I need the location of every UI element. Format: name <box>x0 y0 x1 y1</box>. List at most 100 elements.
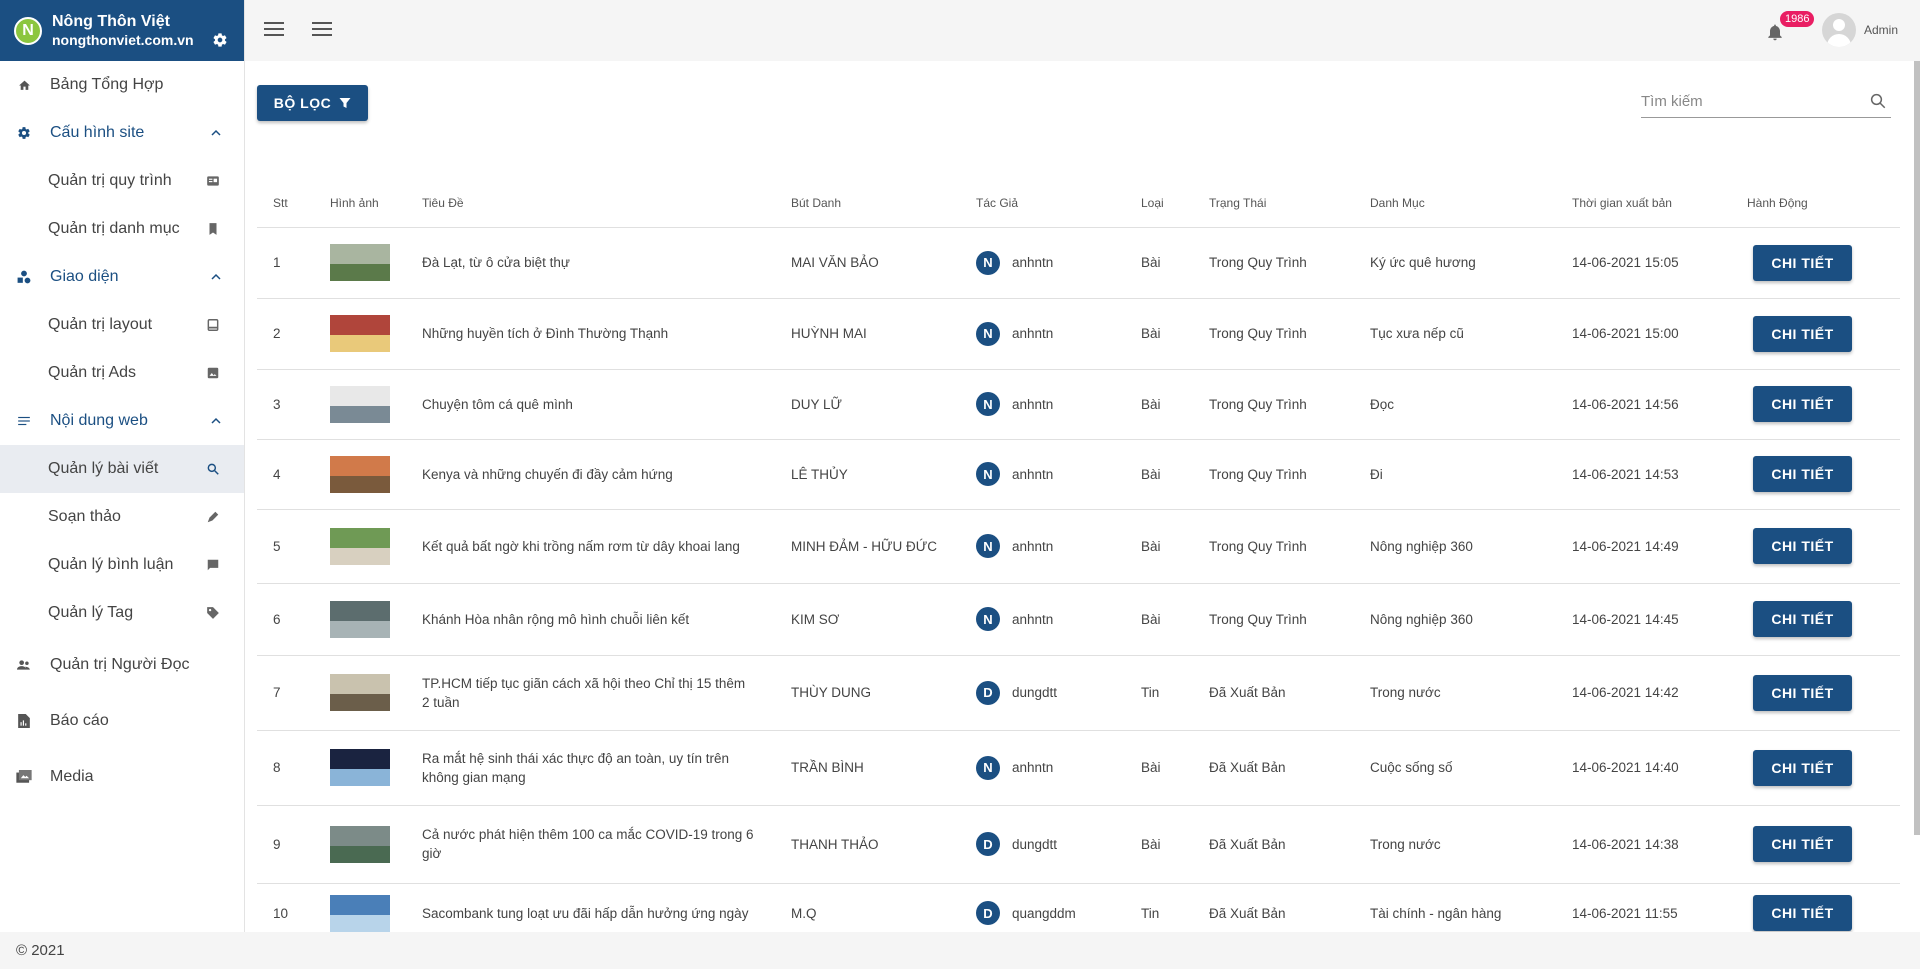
sidebar-group-interface[interactable]: Giao diện <box>0 253 244 301</box>
cell-title[interactable]: Những huyền tích ở Đình Thường Thạnh <box>406 298 775 370</box>
author-avatar: D <box>976 832 1000 856</box>
author-name: quangddm <box>1012 905 1076 921</box>
author-name: anhntn <box>1012 611 1054 627</box>
sidebar-item-readers[interactable]: Quản trị Người Đọc <box>0 637 244 693</box>
sidebar-group-web-content[interactable]: Nội dung web <box>0 397 244 445</box>
article-thumbnail[interactable] <box>330 749 390 786</box>
column-header-stt[interactable]: Stt <box>257 180 314 228</box>
cell-category: Nông nghiệp 360 <box>1354 509 1556 584</box>
cell-type: Bài <box>1125 805 1193 884</box>
cell-stt: 4 <box>257 439 314 510</box>
article-thumbnail[interactable] <box>330 455 390 493</box>
cell-title[interactable]: TP.HCM tiếp tục giãn cách xã hội theo Ch… <box>406 655 775 731</box>
cell-title[interactable]: Kenya và những chuyến đi đầy cảm hứng <box>406 439 775 510</box>
cell-stt: 8 <box>257 730 314 806</box>
article-thumbnail[interactable] <box>330 527 390 565</box>
search-input[interactable] <box>1641 88 1841 114</box>
sidebar-item-layout[interactable]: Quản trị layout <box>0 301 244 349</box>
cell-status: Đã Xuất Bản <box>1193 805 1354 884</box>
detail-button[interactable]: CHI TIẾT <box>1753 528 1852 564</box>
menu-icon[interactable] <box>312 22 332 36</box>
cell-author: Nanhntn <box>960 227 1125 299</box>
detail-button[interactable]: CHI TIẾT <box>1753 315 1852 352</box>
sidebar-item-media[interactable]: Media <box>0 749 244 805</box>
detail-button[interactable]: CHI TIẾT <box>1753 826 1852 862</box>
cell-status: Trong Quy Trình <box>1193 369 1354 440</box>
table-row: 4 Kenya và những chuyến đi đầy cảm hứng LÊ… <box>257 439 1900 510</box>
cell-image <box>314 509 406 584</box>
author-name: anhntn <box>1012 326 1054 341</box>
column-header-title[interactable]: Tiêu Đề <box>406 180 775 228</box>
brand-domain: nongthonviet.com.vn <box>52 31 194 48</box>
cell-image <box>314 805 406 884</box>
sidebar-item-reports[interactable]: Báo cáo <box>0 693 244 749</box>
sidebar-item-tags[interactable]: Quản lý Tag <box>0 589 244 637</box>
article-thumbnail[interactable] <box>330 894 390 932</box>
sidebar-item-label: Cấu hình site <box>50 124 145 141</box>
sidebar-group-site-config[interactable]: Cấu hình site <box>0 109 244 157</box>
detail-button[interactable]: CHI TIẾT <box>1753 674 1852 711</box>
sidebar-item-label: Báo cáo <box>50 712 109 729</box>
avatar[interactable] <box>1822 13 1856 47</box>
detail-button[interactable]: CHI TIẾT <box>1753 895 1852 931</box>
gear-icon[interactable] <box>212 32 228 48</box>
sidebar-item-label: Quản trị layout <box>48 316 153 333</box>
topbar: 1986 Admin <box>245 0 1920 61</box>
filter-button[interactable]: BỘ LỌC <box>257 85 368 121</box>
user-name[interactable]: Admin <box>1864 23 1898 37</box>
article-thumbnail[interactable] <box>330 600 390 638</box>
detail-button[interactable]: CHI TIẾT <box>1753 456 1852 492</box>
cell-action: CHI TIẾT <box>1731 509 1900 584</box>
search-icon[interactable] <box>1869 92 1887 110</box>
cell-title[interactable]: Kết quả bất ngờ khi trồng nấm rơm từ dây… <box>406 509 775 584</box>
article-thumbnail[interactable] <box>330 825 390 863</box>
author-avatar: N <box>976 392 1000 416</box>
cell-title[interactable]: Chuyện tôm cá quê mình <box>406 369 775 440</box>
cell-title[interactable]: Đà Lạt, từ ô cửa biệt thự <box>406 227 775 299</box>
detail-button[interactable]: CHI TIẾT <box>1753 244 1852 281</box>
cell-title[interactable]: Khánh Hòa nhân rộng mô hình chuỗi liên k… <box>406 583 775 656</box>
column-header-category[interactable]: Danh Mục <box>1354 180 1556 228</box>
pen-icon <box>207 511 219 523</box>
table-row: 6 Khánh Hòa nhân rộng mô hình chuỗi liên … <box>257 583 1900 656</box>
sidebar-item-workflow[interactable]: Quản trị quy trình <box>0 157 244 205</box>
cell-publish-time: 14-06-2021 14:45 <box>1556 583 1731 656</box>
article-thumbnail[interactable] <box>330 315 390 352</box>
column-header-pen-name[interactable]: Bút Danh <box>775 180 960 228</box>
cell-type: Bài <box>1125 227 1193 299</box>
sidebar-item-categories[interactable]: Quản trị danh mục <box>0 205 244 253</box>
cell-status: Đã Xuất Bản <box>1193 730 1354 806</box>
cell-title[interactable]: Cả nước phát hiện thêm 100 ca mắc COVID-… <box>406 805 775 884</box>
detail-button[interactable]: CHI TIẾT <box>1753 386 1852 422</box>
table-row: 8 Ra mắt hệ sinh thái xác thực độ an toàn… <box>257 730 1900 806</box>
column-header-type[interactable]: Loại <box>1125 180 1193 228</box>
article-thumbnail[interactable] <box>330 674 390 711</box>
detail-button[interactable]: CHI TIẾT <box>1753 601 1852 637</box>
sidebar-item-label: Quản lý bình luận <box>48 556 174 573</box>
article-thumbnail[interactable] <box>330 244 390 281</box>
cell-author: Nanhntn <box>960 730 1125 806</box>
detail-button[interactable]: CHI TIẾT <box>1753 749 1852 786</box>
sidebar-item-articles[interactable]: Quản lý bài viết <box>0 445 244 493</box>
cell-action: CHI TIẾT <box>1731 298 1900 370</box>
cell-title[interactable]: Ra mắt hệ sinh thái xác thực độ an toàn,… <box>406 730 775 806</box>
column-header-image[interactable]: Hình ảnh <box>314 180 406 228</box>
article-thumbnail[interactable] <box>330 385 390 423</box>
sidebar-item-ads[interactable]: Quản trị Ads <box>0 349 244 397</box>
sidebar-item-editor[interactable]: Soạn thảo <box>0 493 244 541</box>
cell-author: Nanhntn <box>960 509 1125 584</box>
menu-toggle-icon[interactable] <box>264 22 284 36</box>
cell-status: Đã Xuất Bản <box>1193 655 1354 731</box>
column-header-author[interactable]: Tác Giả <box>960 180 1125 228</box>
sidebar-item-dashboard[interactable]: Bảng Tổng Hợp <box>0 61 244 109</box>
table-row: 5 Kết quả bất ngờ khi trồng nấm rơm từ dâ… <box>257 509 1900 584</box>
column-header-publish-time[interactable]: Thời gian xuất bản <box>1556 180 1731 228</box>
sidebar-item-comments[interactable]: Quản lý bình luận <box>0 541 244 589</box>
cell-stt: 2 <box>257 298 314 370</box>
list-icon <box>16 413 32 429</box>
cell-pen-name: HUỲNH MAI <box>775 298 960 370</box>
author-name: anhntn <box>1012 255 1054 270</box>
scrollbar[interactable] <box>1914 61 1920 835</box>
search-icon <box>207 463 219 475</box>
column-header-status[interactable]: Trạng Thái <box>1193 180 1354 228</box>
